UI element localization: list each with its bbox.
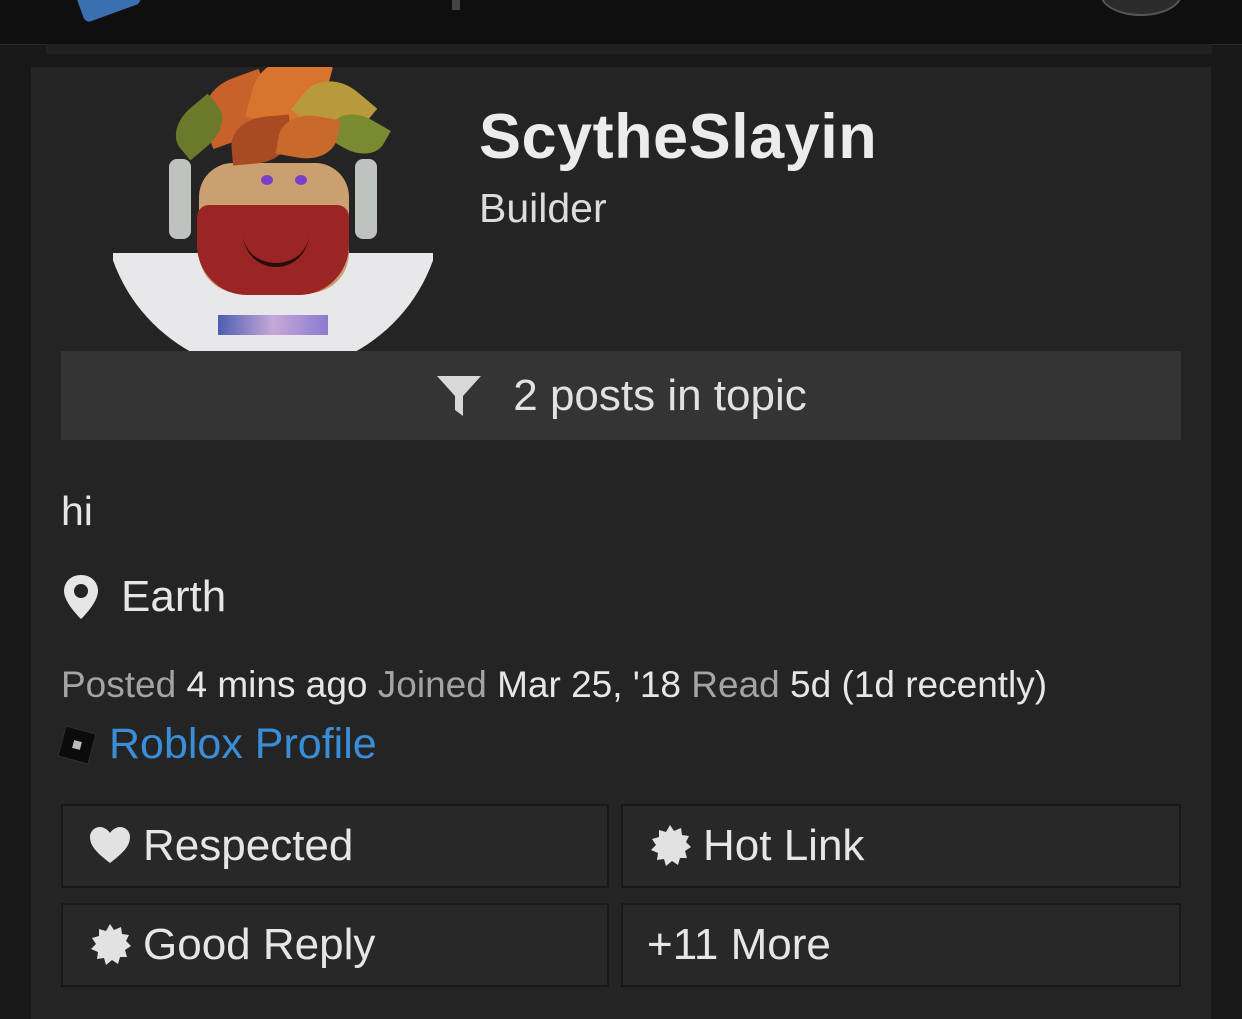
post-body: hi	[61, 488, 93, 534]
badge-label: Respected	[143, 821, 354, 870]
joined-label: Joined	[377, 664, 487, 705]
site-logo[interactable]	[73, 0, 143, 24]
filter-icon	[437, 375, 482, 416]
badge-hot-link[interactable]: Hot Link	[621, 804, 1181, 888]
avatar-leaf-crown	[161, 67, 391, 177]
roblox-profile-row: Roblox Profile	[57, 720, 377, 769]
map-pin-icon	[64, 575, 98, 619]
user-title: Builder	[479, 185, 607, 231]
read-label: Read	[691, 664, 780, 705]
badge-respected[interactable]: Respected	[61, 804, 609, 888]
nav-mark	[452, 0, 460, 10]
badge-label: Hot Link	[703, 821, 865, 870]
roblox-profile-link[interactable]: Roblox Profile	[109, 720, 377, 769]
username[interactable]: ScytheSlayin	[479, 101, 877, 173]
badge-label: Good Reply	[143, 920, 376, 969]
location-text: Earth	[121, 572, 227, 621]
badge-more-button[interactable]: +11 More	[621, 903, 1181, 987]
user-avatar[interactable]	[103, 67, 443, 373]
joined-value: Mar 25, '18	[497, 664, 682, 705]
topic-posts-filter-label: 2 posts in topic	[513, 370, 807, 420]
badge-seal-icon	[91, 924, 131, 965]
top-navigation-bar	[0, 0, 1242, 45]
roblox-logo-icon	[57, 724, 97, 765]
current-user-avatar[interactable]	[1100, 0, 1182, 16]
header-divider-strip	[46, 44, 1212, 54]
user-location: Earth	[61, 572, 226, 622]
badge-seal-icon	[651, 825, 691, 866]
topic-posts-filter-button[interactable]: 2 posts in topic	[61, 351, 1181, 440]
heart-icon	[90, 827, 130, 863]
posted-value[interactable]: 4 mins ago	[186, 664, 367, 705]
posted-label: Posted	[61, 664, 177, 705]
user-card: ScytheSlayin Builder 2 posts in topic hi…	[31, 67, 1211, 1019]
badge-more-label: +11 More	[647, 920, 831, 969]
user-meta-row: Posted 4 mins ago Joined Mar 25, '18 Rea…	[61, 664, 1047, 706]
badge-good-reply[interactable]: Good Reply	[61, 903, 609, 987]
avatar-shirt-print	[218, 315, 328, 335]
read-value: 5d (1d recently)	[790, 664, 1048, 705]
